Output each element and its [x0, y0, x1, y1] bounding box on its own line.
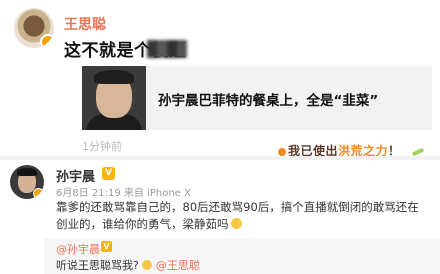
post-text: 靠爹的还敢骂靠自己的，80后还敢骂90后，搞个直播就倒闭的敢骂还在创业的，谁给你… — [56, 199, 428, 233]
verified-badge-icon: V — [101, 241, 112, 252]
avatar-wang-sicong[interactable] — [14, 8, 54, 48]
author-name[interactable]: 王思聪 — [64, 14, 106, 34]
comment-author[interactable]: @孙宇晨 — [56, 241, 100, 257]
mention-link[interactable]: @王思聪 — [156, 259, 200, 272]
author-name[interactable]: 孙宇晨 — [56, 166, 95, 185]
censor-mosaic — [147, 40, 187, 58]
sticker-decoration-icon — [278, 148, 286, 156]
shared-article-title[interactable]: 孙宇晨巴菲特的餐桌上，全是“韭菜” — [158, 89, 378, 109]
vip-badge-icon — [33, 188, 44, 199]
avatar-sun-yuchen[interactable] — [10, 165, 44, 199]
comment-text: 听说王思聪骂我? @王思聪 — [56, 257, 200, 273]
post-time: 1分钟前 — [82, 140, 122, 153]
vip-badge-icon — [40, 34, 54, 48]
post-meta: 6月8日 21:19 来自 iPhone X — [56, 188, 191, 199]
shared-article-thumbnail — [82, 66, 146, 130]
emoji-icon — [230, 218, 242, 229]
comment-body: 听说王思聪骂我? — [56, 259, 139, 272]
verified-badge-icon: V — [102, 167, 115, 180]
emoji-icon — [142, 260, 153, 270]
